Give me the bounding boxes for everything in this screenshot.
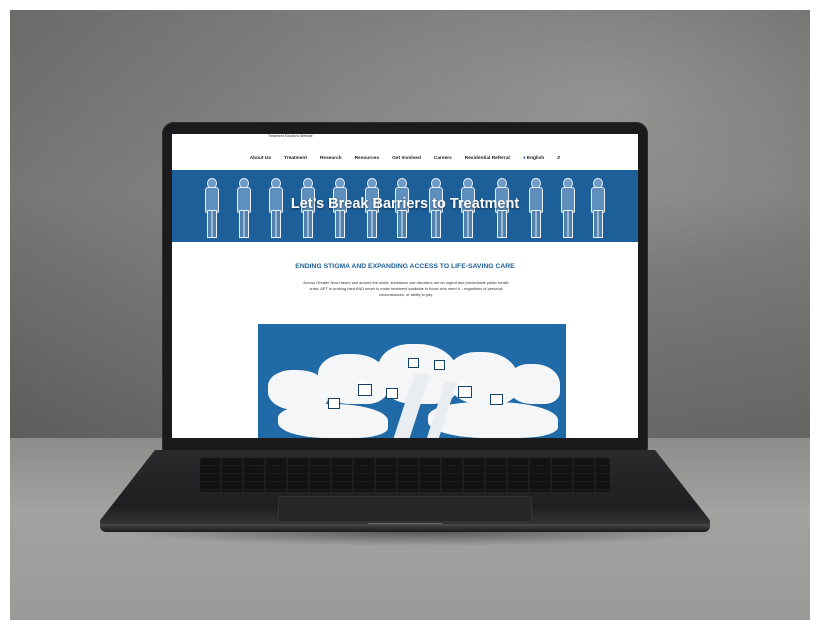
photo-background: Treatment Solutions Website About Us Tre… xyxy=(10,10,810,620)
nav-about-us[interactable]: About Us xyxy=(250,156,271,161)
nav-careers[interactable]: Careers xyxy=(434,156,452,161)
town-illustration xyxy=(258,324,566,438)
intro-paragraph: Across Greater New Haven and around the … xyxy=(303,280,509,297)
laptop-base-edge xyxy=(100,524,710,532)
laptop-base xyxy=(100,450,710,530)
trackpad xyxy=(278,496,532,522)
nav-resources[interactable]: Resources xyxy=(355,156,380,161)
keyboard xyxy=(200,458,610,492)
globe-icon: ● xyxy=(522,155,526,161)
site-top-text: Treatment Solutions Website xyxy=(268,134,313,138)
site-navbar: About Us Treatment Research Resources Ge… xyxy=(172,148,638,168)
language-selector[interactable]: ●English xyxy=(523,155,544,161)
nav-get-involved[interactable]: Get Involved xyxy=(392,156,421,161)
laptop-lid: Treatment Solutions Website About Us Tre… xyxy=(162,122,648,452)
language-label: English xyxy=(526,156,545,161)
nav-residential-referral[interactable]: Residential Referral xyxy=(465,156,510,161)
section-heading: ENDING STIGMA AND EXPANDING ACCESS TO LI… xyxy=(295,263,515,270)
search-icon[interactable]: ⌕ xyxy=(557,155,560,162)
laptop-screen: Treatment Solutions Website About Us Tre… xyxy=(172,134,638,438)
hero-title: Let’s Break Barriers to Treatment xyxy=(290,196,520,212)
hero-banner: Let’s Break Barriers to Treatment xyxy=(172,170,638,242)
nav-treatment[interactable]: Treatment xyxy=(284,156,307,161)
nav-research[interactable]: Research xyxy=(320,156,342,161)
